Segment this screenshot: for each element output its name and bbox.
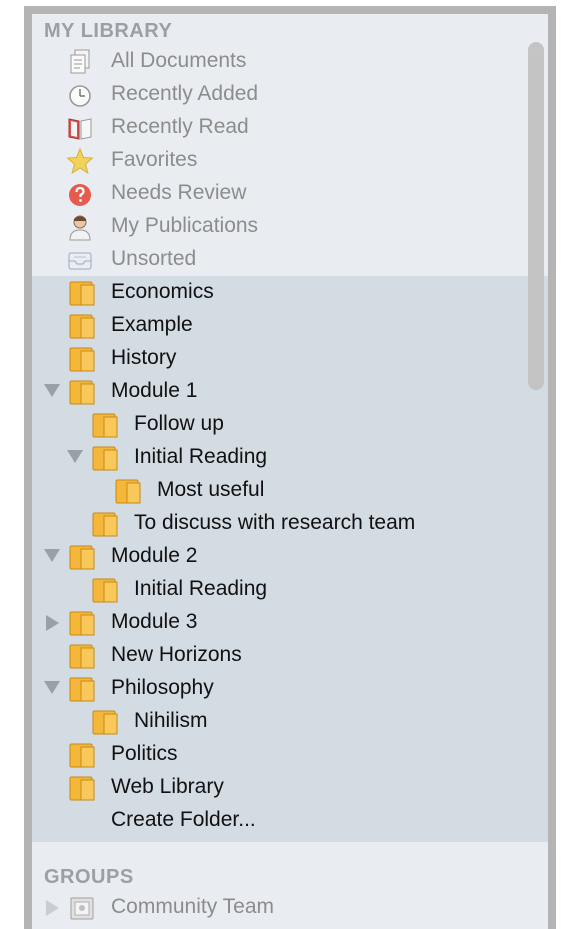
folder-icon (92, 446, 118, 471)
folder-icon (69, 677, 95, 702)
question-icon (69, 184, 91, 206)
folder-icon (69, 314, 95, 339)
folder-label: Module 2 (111, 544, 198, 567)
inbox-icon (68, 252, 92, 270)
folder-label: History (111, 346, 177, 369)
folder-icon (69, 545, 95, 570)
folder-label: Follow up (134, 412, 224, 435)
folder-item-economics[interactable]: Economics (32, 276, 520, 309)
folder-label: Example (111, 313, 193, 336)
folder-item-module-3[interactable]: Module 3 (32, 606, 520, 639)
sidebar-item-label: Unsorted (111, 247, 197, 270)
clock-icon (69, 85, 91, 107)
folder-icon (92, 512, 118, 537)
folder-item-example[interactable]: Example (32, 309, 520, 342)
folder-icon (92, 578, 118, 603)
folder-label: Philosophy (111, 676, 214, 699)
vertical-scrollbar[interactable] (528, 42, 544, 390)
sidebar-item-favorites[interactable]: Favorites (32, 144, 520, 177)
groups-header: GROUPS (44, 866, 134, 888)
person-icon (69, 215, 91, 241)
folder-item-follow-up[interactable]: Follow up (32, 408, 520, 441)
folder-item-initial-reading-2[interactable]: Initial Reading (32, 573, 520, 606)
star-icon (66, 147, 94, 175)
folder-item-nihilism[interactable]: Nihilism (32, 705, 520, 738)
sidebar-item-recently-read[interactable]: Recently Read (32, 111, 520, 144)
sidebar-item-all-documents[interactable]: All Documents (32, 45, 520, 78)
sidebar-item-label: My Publications (111, 214, 259, 237)
folder-icon (92, 413, 118, 438)
sidebar-item-label: Favorites (111, 148, 198, 171)
folder-item-most-useful[interactable]: Most useful (32, 474, 520, 507)
disclosure-triangle-collapsed-icon[interactable] (46, 615, 59, 631)
folder-icon (69, 611, 95, 636)
disclosure-triangle-expanded-icon[interactable] (67, 450, 83, 463)
folder-icon (92, 710, 118, 735)
folder-item-philosophy[interactable]: Philosophy (32, 672, 520, 705)
sidebar-item-label: Recently Read (111, 115, 249, 138)
folder-item-politics[interactable]: Politics (32, 738, 520, 771)
folder-icon (69, 281, 95, 306)
sidebar-item-needs-review[interactable]: Needs Review (32, 177, 520, 210)
create-folder-button[interactable]: Create Folder... (32, 804, 520, 837)
group-label: Community Team (111, 895, 274, 918)
folder-label: New Horizons (111, 643, 242, 666)
sidebar-item-label: All Documents (111, 49, 247, 72)
folder-icon (69, 644, 95, 669)
sidebar-item-my-publications[interactable]: My Publications (32, 210, 520, 243)
folder-item-web-library[interactable]: Web Library (32, 771, 520, 804)
folder-icon (69, 380, 95, 405)
group-icon (70, 897, 94, 920)
folder-label: Economics (111, 280, 214, 303)
folder-label: Web Library (111, 775, 224, 798)
folder-item-new-horizons[interactable]: New Horizons (32, 639, 520, 672)
folder-label: Initial Reading (134, 445, 268, 468)
folder-item-module-1[interactable]: Module 1 (32, 375, 520, 408)
create-folder-label: Create Folder... (111, 808, 256, 831)
folder-label: Module 3 (111, 610, 198, 633)
folder-icon (69, 776, 95, 801)
documents-icon (70, 49, 90, 74)
disclosure-triangle-collapsed-icon[interactable] (46, 900, 59, 916)
book-icon (68, 118, 92, 140)
folder-label: Initial Reading (134, 577, 268, 600)
folder-item-history[interactable]: History (32, 342, 520, 375)
group-item-community-team[interactable]: Community Team (32, 891, 520, 924)
sidebar-item-recently-added[interactable]: Recently Added (32, 78, 520, 111)
folder-label: Most useful (157, 478, 265, 501)
sidebar-item-label: Needs Review (111, 181, 247, 204)
sidebar-panel: MY LIBRARY All Documents Recently Added … (32, 14, 548, 929)
folder-item-initial-reading[interactable]: Initial Reading (32, 441, 520, 474)
folder-item-to-discuss[interactable]: To discuss with research team (32, 507, 520, 540)
sidebar-item-label: Recently Added (111, 82, 259, 105)
my-library-header: MY LIBRARY (44, 20, 173, 42)
folder-label: Module 1 (111, 379, 198, 402)
folder-item-module-2[interactable]: Module 2 (32, 540, 520, 573)
folder-icon (69, 347, 95, 372)
folder-icon (115, 479, 141, 504)
folder-label: To discuss with research team (134, 511, 416, 534)
folder-icon (69, 743, 95, 768)
folder-label: Nihilism (134, 709, 208, 732)
sidebar-item-unsorted[interactable]: Unsorted (32, 243, 520, 276)
disclosure-triangle-expanded-icon[interactable] (44, 549, 60, 562)
disclosure-triangle-expanded-icon[interactable] (44, 681, 60, 694)
disclosure-triangle-expanded-icon[interactable] (44, 384, 60, 397)
folder-label: Politics (111, 742, 178, 765)
